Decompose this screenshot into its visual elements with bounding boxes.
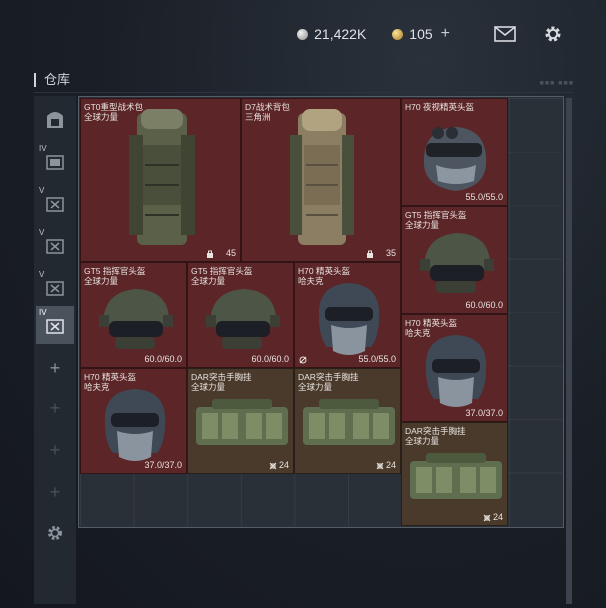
- chest-rig-icon: [196, 399, 288, 445]
- settings-button[interactable]: [540, 22, 566, 46]
- top-bar: 21,422K 105 +: [297, 20, 566, 48]
- tab-page-3[interactable]: V: [36, 226, 74, 264]
- helmet-icon: [206, 289, 280, 349]
- add-page-slot[interactable]: +: [36, 392, 74, 424]
- add-page-slot[interactable]: +: [36, 434, 74, 466]
- tab-page-1-level: IV: [39, 144, 47, 153]
- item-gt5-helmet[interactable]: GT5 指挥官头盔 全球力量 60.0/60.0: [187, 262, 294, 368]
- item-gt5-helmet[interactable]: GT5 指挥官头盔 全球力量 60.0/60.0: [80, 262, 187, 368]
- item-value: 37.0/37.0: [465, 408, 503, 418]
- item-h70-helmet[interactable]: H70 精英头盔 哈夫克 55.0/55.0: [294, 262, 401, 368]
- item-dar-chest-rig[interactable]: DAR突击手胸挂 全球力量 24: [294, 368, 401, 474]
- item-value: 55.0/55.0: [465, 192, 503, 202]
- tab-all[interactable]: [36, 100, 74, 138]
- warehouse-settings-button[interactable]: [36, 514, 74, 552]
- item-value: 24: [492, 512, 503, 522]
- item-dar-chest-rig[interactable]: DAR突击手胸挂 全球力量 24: [187, 368, 294, 474]
- box-icon: [46, 155, 64, 170]
- silver-coin-icon: [297, 28, 309, 40]
- backpack-icon: [290, 109, 354, 245]
- tab-page-2[interactable]: V: [36, 184, 74, 222]
- add-page-button[interactable]: +: [36, 352, 74, 384]
- item-name: D7战术背包 三角洲: [245, 102, 290, 122]
- item-value: 45: [225, 248, 236, 258]
- mail-icon: [494, 26, 516, 42]
- add-page-slot[interactable]: +: [36, 476, 74, 508]
- item-gt5-helmet[interactable]: GT5 指挥官头盔 全球力量 60.0/60.0: [401, 206, 508, 314]
- helmet-icon: [104, 389, 166, 461]
- item-dar-chest-rig[interactable]: DAR突击手胸挂 全球力量 24: [401, 422, 508, 526]
- item-name: DAR突击手胸挂 全球力量: [191, 372, 252, 392]
- gold-coin-icon: [392, 28, 404, 40]
- tab-page-2-level: V: [39, 186, 45, 195]
- item-value: 37.0/37.0: [144, 460, 182, 470]
- gold-currency: 105 +: [392, 25, 450, 43]
- scrollbar-thumb[interactable]: [566, 98, 572, 604]
- item-value: 55.0/55.0: [358, 354, 396, 364]
- warehouse-title: 仓库: [34, 73, 70, 87]
- tab-page-4[interactable]: V: [36, 268, 74, 306]
- helmet-icon: [425, 335, 487, 407]
- item-value: 60.0/60.0: [465, 300, 503, 310]
- tab-page-3-level: V: [39, 228, 45, 237]
- safe-box-icon: [47, 112, 63, 128]
- warehouse-tab-column: IV V V V IV + + + +: [34, 96, 76, 604]
- item-name: DAR突击手胸挂 全球力量: [405, 426, 466, 446]
- capacity-icon: [269, 462, 277, 470]
- tab-page-5[interactable]: IV: [36, 306, 74, 344]
- item-d7-backpack[interactable]: D7战术背包 三角洲 35: [241, 98, 401, 262]
- add-gold-button[interactable]: +: [441, 25, 450, 43]
- tab-page-5-level: IV: [39, 308, 47, 317]
- gear-icon: [545, 26, 561, 42]
- tab-page-1[interactable]: IV: [36, 142, 74, 180]
- helmet-icon: [318, 283, 380, 355]
- header-divider: [34, 92, 574, 93]
- warehouse-tag: ■■■ ■■■: [539, 80, 574, 87]
- helmet-icon: [423, 127, 487, 191]
- item-value: 60.0/60.0: [251, 354, 289, 364]
- item-value: 60.0/60.0: [144, 354, 182, 364]
- chest-rig-icon: [410, 453, 502, 499]
- item-gt0-backpack[interactable]: GT0重型战术包 全球力量 45: [80, 98, 241, 262]
- item-name: H70 夜视精英头盔: [405, 102, 474, 112]
- box-icon: [46, 197, 64, 212]
- box-icon: [46, 319, 64, 334]
- box-icon: [46, 239, 64, 254]
- capacity-icon: [376, 462, 384, 470]
- item-value: 24: [278, 460, 289, 470]
- silver-amount: 21,422K: [314, 26, 367, 42]
- item-value: 24: [385, 460, 396, 470]
- mail-button[interactable]: [492, 22, 518, 46]
- chest-rig-icon: [303, 399, 395, 445]
- helmet-icon: [99, 289, 173, 349]
- helmet-icon: [420, 233, 494, 293]
- item-h70-helmet[interactable]: H70 精英头盔 哈夫克 37.0/37.0: [80, 368, 187, 474]
- item-h70-helmet[interactable]: H70 精英头盔 哈夫克 37.0/37.0: [401, 314, 508, 422]
- backpack-icon: [129, 109, 195, 245]
- item-value: 35: [385, 248, 396, 258]
- capacity-icon: [483, 514, 491, 522]
- durability-icon: [299, 356, 307, 364]
- item-name: DAR突击手胸挂 全球力量: [298, 372, 359, 392]
- capacity-icon: [367, 250, 373, 258]
- item-h70-nv-helmet[interactable]: H70 夜视精英头盔 55.0/55.0: [401, 98, 508, 206]
- gear-icon: [48, 526, 62, 540]
- gold-amount: 105: [409, 26, 433, 42]
- box-icon: [46, 281, 64, 296]
- silver-currency: 21,422K: [297, 26, 366, 42]
- capacity-icon: [207, 250, 213, 258]
- tab-page-4-level: V: [39, 270, 45, 279]
